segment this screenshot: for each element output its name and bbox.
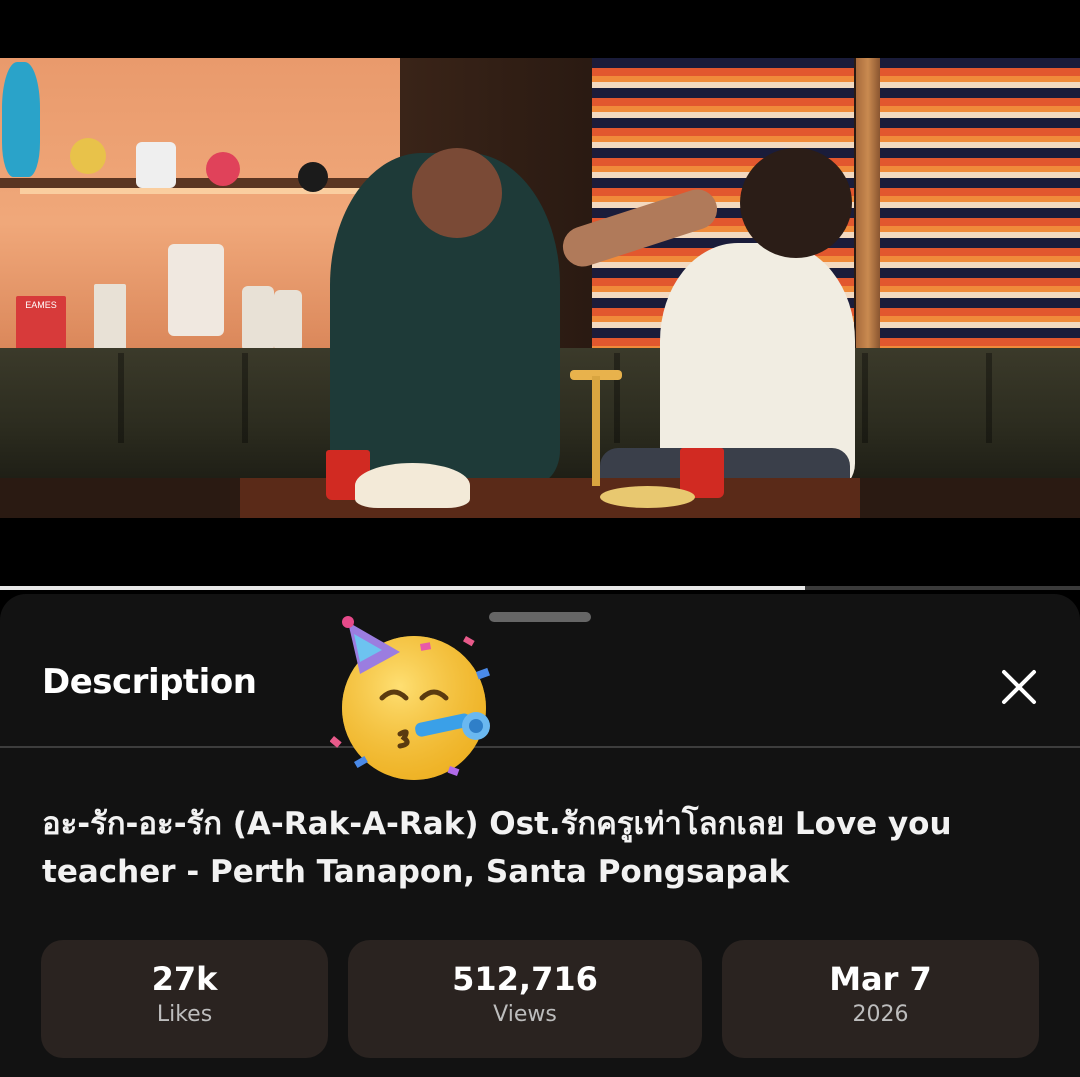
- views-label: Views: [493, 1002, 557, 1027]
- description-sheet: Description อะ-รัก-อะ-รัก (A-Rak-A-Rak) …: [0, 594, 1080, 1077]
- sheet-divider: [0, 746, 1080, 748]
- video-progress-bar[interactable]: [0, 586, 1080, 590]
- person-left-head: [412, 148, 502, 238]
- wave-wallpaper-right: [880, 58, 1080, 358]
- food-plate: [600, 486, 695, 508]
- date-stat: Mar 7 2026: [722, 940, 1039, 1058]
- eames-book-label: EAMES: [25, 300, 57, 310]
- shelf: [0, 178, 395, 188]
- partying-face-icon: [330, 616, 491, 780]
- wood-divider: [856, 58, 880, 358]
- views-stat: 512,716 Views: [348, 940, 702, 1058]
- eames-book: EAMES: [16, 296, 66, 352]
- video-frame[interactable]: EAMES: [0, 58, 1080, 518]
- black-camera-toy: [298, 162, 328, 192]
- soup-can-2: [242, 286, 274, 352]
- sheet-title: Description: [42, 662, 257, 702]
- publish-year: 2026: [852, 1002, 909, 1027]
- gold-lamp: [592, 376, 600, 486]
- popcorn-bowl: [355, 463, 470, 508]
- close-icon: [1002, 670, 1036, 704]
- likes-count: 27k: [151, 960, 218, 998]
- close-button[interactable]: [992, 660, 1046, 714]
- video-progress-fill: [0, 586, 805, 590]
- person-right-head: [740, 148, 852, 258]
- blue-vase: [2, 62, 40, 177]
- publish-date: Mar 7: [829, 960, 932, 998]
- white-toy: [136, 142, 176, 188]
- soup-can: [94, 284, 126, 352]
- pink-camera-toy: [206, 152, 240, 186]
- likes-label: Likes: [156, 1002, 213, 1027]
- yellow-camera-toy: [70, 138, 106, 174]
- hand-sculpture: [168, 244, 224, 336]
- likes-stat: 27k Likes: [41, 940, 328, 1058]
- views-count: 512,716: [452, 960, 598, 998]
- soup-can-3: [274, 290, 302, 352]
- shelf-light: [20, 188, 390, 194]
- sheet-drag-handle[interactable]: [489, 612, 591, 622]
- video-title: อะ-รัก-อะ-รัก (A-Rak-A-Rak) Ost.รักครูเท…: [42, 806, 952, 890]
